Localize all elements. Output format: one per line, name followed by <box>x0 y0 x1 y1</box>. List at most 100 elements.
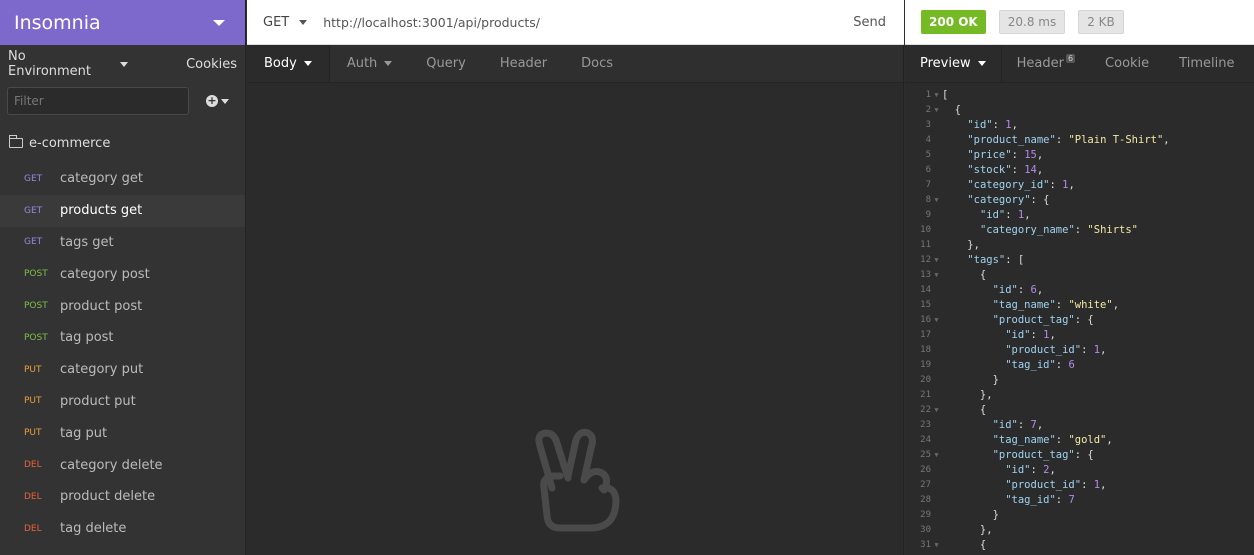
json-key: "id" <box>992 418 1018 431</box>
json-punct: , <box>1036 418 1044 431</box>
json-punct <box>942 179 967 191</box>
json-punct: , <box>1024 208 1031 221</box>
line-number: 17 <box>920 329 931 340</box>
json-punct: : <box>1055 133 1069 146</box>
folder-e-commerce[interactable]: e-commerce <box>0 123 245 163</box>
json-punct <box>942 299 993 311</box>
json-punct <box>942 209 980 221</box>
request-item[interactable]: GET category get <box>0 163 245 195</box>
request-item[interactable]: POST category post <box>0 258 245 290</box>
request-name: product delete <box>60 489 156 505</box>
json-punct: : <box>1074 223 1088 236</box>
tab-auth[interactable]: Auth <box>330 45 409 82</box>
json-key: "id" <box>1005 328 1031 341</box>
status-badge: 200 OK <box>921 10 986 34</box>
tab-header[interactable]: Header <box>483 45 564 82</box>
code-text: "product_tag": { <box>942 314 1094 326</box>
json-punct: }, <box>942 238 980 251</box>
request-item[interactable]: POST tag post <box>0 322 245 354</box>
json-key: "category_id" <box>967 178 1050 191</box>
json-punct <box>942 164 967 176</box>
request-item[interactable]: PUT product put <box>0 386 245 418</box>
request-item[interactable]: DEL product delete <box>0 481 245 513</box>
json-key: "id" <box>1005 463 1031 476</box>
json-punct <box>942 254 967 266</box>
code-line: 10 "category_name": "Shirts" <box>905 222 1254 237</box>
method-badge: GET <box>24 237 43 248</box>
json-punct: }, <box>942 523 993 536</box>
workspace-menu[interactable]: Insomnia <box>0 0 245 45</box>
request-item[interactable]: DEL tag delete <box>0 513 245 545</box>
send-button[interactable]: Send <box>835 0 904 44</box>
tab-preview[interactable]: Preview <box>905 45 1002 82</box>
folder-label: e-commerce <box>29 135 111 151</box>
fold-arrow-icon[interactable]: ▼ <box>931 106 942 114</box>
tab-query[interactable]: Query <box>409 45 483 82</box>
request-item[interactable]: PUT tag put <box>0 417 245 449</box>
request-item[interactable]: GET products get <box>0 194 245 227</box>
json-punct: : <box>1030 463 1044 476</box>
chevron-down-icon <box>213 19 225 26</box>
code-line: 5 "price": 15, <box>905 147 1254 162</box>
environment-selector[interactable]: No Environment <box>8 49 129 79</box>
code-line: 4 "product_name": "Plain T-Shirt", <box>905 132 1254 147</box>
code-text: }, <box>942 389 993 401</box>
fold-arrow-icon[interactable]: ▼ <box>931 256 942 264</box>
line-number: 13 <box>920 269 931 280</box>
request-name: category delete <box>60 457 163 473</box>
code-text: }, <box>942 239 980 251</box>
code-text: [ <box>942 89 948 101</box>
request-list: GET category get GET products get GET tags ge… <box>0 163 245 545</box>
add-request-button[interactable]: + <box>206 95 229 107</box>
url-input[interactable] <box>323 0 836 44</box>
line-number: 12 <box>920 254 931 265</box>
json-punct: : <box>1055 493 1069 506</box>
filter-input[interactable] <box>7 87 189 115</box>
request-item[interactable]: DEL category delete <box>0 449 245 481</box>
request-item[interactable]: PUT category put <box>0 354 245 386</box>
method-badge: DEL <box>24 460 42 471</box>
code-text: "tag_id": 7 <box>942 494 1075 506</box>
fold-arrow-icon[interactable]: ▼ <box>931 316 942 324</box>
fold-arrow-icon[interactable]: ▼ <box>931 541 942 549</box>
line-number: 22 <box>920 404 931 415</box>
cookies-button[interactable]: Cookies <box>186 57 237 72</box>
code-text: "tag_id": 6 <box>942 359 1075 371</box>
code-line: 28 "tag_id": 7 <box>905 492 1254 507</box>
fold-arrow-icon[interactable]: ▼ <box>931 91 942 99</box>
fold-arrow-icon[interactable]: ▼ <box>931 406 942 414</box>
url-bar: GET Send <box>247 0 904 45</box>
code-text: "tags": [ <box>942 254 1024 266</box>
json-key: "product_tag" <box>992 313 1075 326</box>
code-line: 16 ▼ "product_tag": { <box>905 312 1254 327</box>
method-badge: DEL <box>24 491 42 502</box>
code-text: { <box>942 104 961 116</box>
json-key: "category_name" <box>979 223 1075 236</box>
method-dropdown[interactable]: GET <box>247 15 323 30</box>
json-key: "id" <box>979 208 1006 221</box>
request-item[interactable]: POST product post <box>0 290 245 322</box>
tab-cookie[interactable]: Cookie <box>1090 45 1164 82</box>
line-number: 19 <box>920 359 931 370</box>
code-line: 6 "stock": 14, <box>905 162 1254 177</box>
code-line: 24 "tag_name": "gold", <box>905 432 1254 447</box>
request-item[interactable]: GET tags get <box>0 227 245 259</box>
code-text: }, <box>942 524 993 536</box>
fold-arrow-icon[interactable]: ▼ <box>931 271 942 279</box>
tab-docs[interactable]: Docs <box>564 45 630 82</box>
fold-arrow-icon[interactable]: ▼ <box>931 451 942 459</box>
tab-body[interactable]: Body <box>247 45 330 82</box>
line-number: 16 <box>920 314 931 325</box>
line-number: 23 <box>920 419 931 430</box>
fold-arrow-icon[interactable]: ▼ <box>931 196 942 204</box>
json-punct <box>942 329 1005 341</box>
json-punct: : <box>1011 148 1025 161</box>
json-punct: } <box>942 508 999 521</box>
response-json-viewer[interactable]: 1 ▼[2 ▼ {3 "id": 1, 4 "product_name": "Plai… <box>905 87 1254 552</box>
tab-response-header[interactable]: Header 6 <box>1002 45 1090 82</box>
request-name: product put <box>60 393 136 409</box>
tab-auth-label: Auth <box>346 56 378 71</box>
code-text: "id": 7, <box>942 418 1044 431</box>
tab-timeline[interactable]: Timeline <box>1164 45 1249 82</box>
line-number: 1 <box>925 89 931 100</box>
